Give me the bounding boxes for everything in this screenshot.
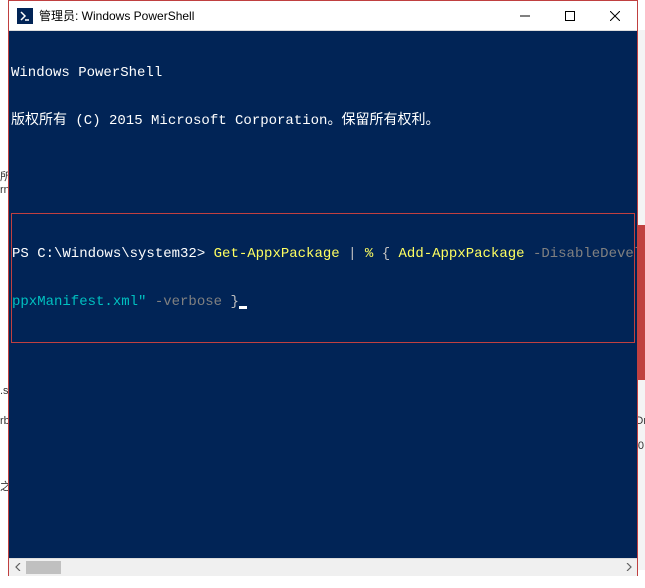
command-line-1: PS C:\Windows\system32> Get-AppxPackage … (12, 246, 634, 262)
pipe-char: | (348, 246, 356, 262)
horizontal-scrollbar[interactable] (9, 558, 637, 575)
param-disable: -DisableDevelo (533, 246, 637, 262)
terminal-blank (11, 161, 635, 177)
window-title: 管理员: Windows PowerShell (39, 7, 502, 24)
param-verbose: -verbose (155, 294, 222, 310)
cmdlet-get: Get-AppxPackage (214, 246, 340, 262)
titlebar[interactable]: 管理员: Windows PowerShell (9, 1, 637, 31)
terminal-header-line1: Windows PowerShell (11, 65, 635, 81)
scrollbar-track[interactable] (26, 559, 620, 576)
powershell-window: 管理员: Windows PowerShell Windows PowerShe… (8, 0, 638, 576)
background-red-strip (638, 225, 645, 380)
bg-text: 0 (638, 440, 644, 452)
close-button[interactable] (592, 1, 637, 30)
cmdlet-add: Add-AppxPackage (399, 246, 525, 262)
command-line-2: ppxManifest.xml" -verbose } (12, 294, 634, 310)
scroll-left-button[interactable] (9, 559, 26, 576)
scrollbar-thumb[interactable] (26, 561, 61, 574)
window-controls (502, 1, 637, 30)
terminal-area[interactable]: Windows PowerShell 版权所有 (C) 2015 Microso… (9, 31, 637, 558)
minimize-button[interactable] (502, 1, 547, 30)
brace-close: } (230, 294, 238, 310)
brace-open: { (382, 246, 390, 262)
powershell-icon (17, 8, 33, 24)
terminal-header-line2: 版权所有 (C) 2015 Microsoft Corporation。保留所有… (11, 113, 635, 129)
scroll-right-button[interactable] (620, 559, 637, 576)
cursor (239, 306, 247, 309)
foreach-alias: % (365, 246, 373, 262)
xml-string: ppxManifest.xml" (12, 294, 146, 310)
command-highlight-box: PS C:\Windows\system32> Get-AppxPackage … (11, 213, 635, 343)
maximize-button[interactable] (547, 1, 592, 30)
prompt: PS C:\Windows\system32> (12, 246, 205, 262)
